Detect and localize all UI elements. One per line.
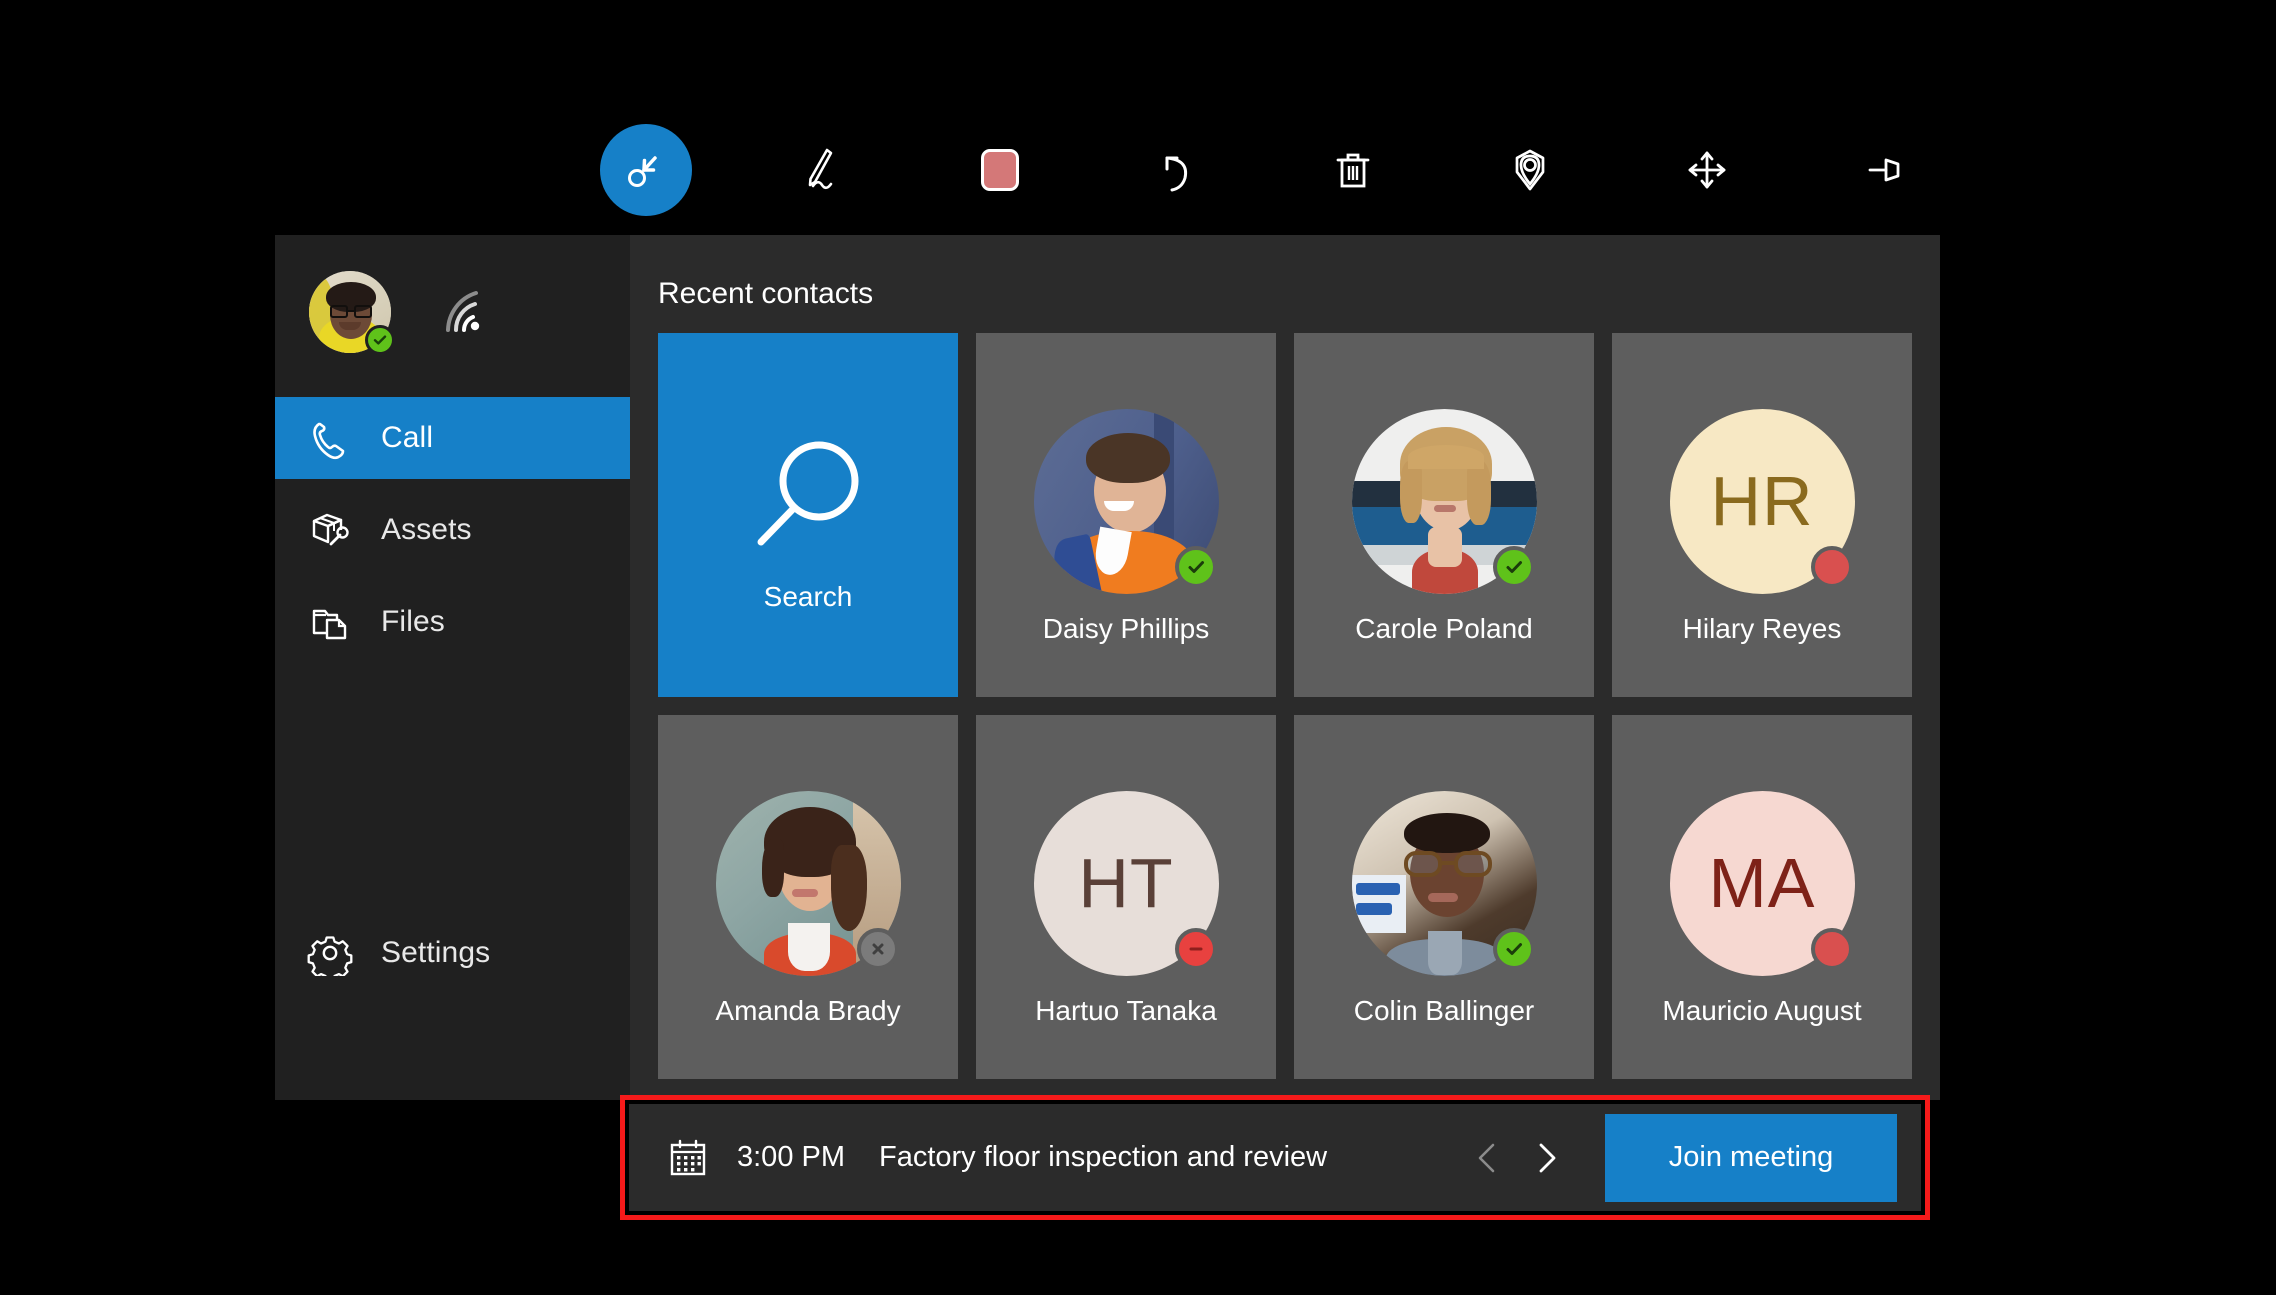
sidebar-item-assets[interactable]: Assets — [275, 489, 630, 571]
profile-row — [309, 271, 491, 355]
check-icon — [1188, 560, 1204, 573]
contact-tile[interactable]: Amanda Brady — [658, 715, 958, 1079]
x-icon — [872, 943, 883, 954]
avatar: HT — [1033, 790, 1219, 976]
pen-icon — [808, 148, 833, 190]
contact-tile[interactable]: MA Mauricio August — [1612, 715, 1912, 1079]
wifi-signal-icon[interactable] — [439, 286, 491, 338]
contact-name: Colin Ballinger — [1353, 995, 1535, 1026]
sidebar: Call Assets Files Settings — [275, 235, 630, 1100]
previous-meeting-button[interactable] — [1459, 1129, 1517, 1187]
contact-name: Amanda Brady — [715, 995, 901, 1026]
sidebar-item-settings[interactable]: Settings — [275, 912, 630, 994]
contact-name: Hartuo Tanaka — [1035, 995, 1217, 1026]
avatar — [1351, 408, 1537, 594]
status-badge — [1810, 927, 1853, 970]
check-icon — [1506, 560, 1522, 573]
folder-document-icon — [312, 609, 347, 640]
status-badge — [1174, 545, 1217, 588]
annotation-toolbar — [600, 120, 1930, 220]
location-pin-icon — [1515, 149, 1545, 191]
undo-tool-button[interactable] — [1131, 124, 1223, 216]
chevron-left-icon — [1478, 1143, 1495, 1172]
color-swatch-button[interactable] — [954, 124, 1046, 216]
contact-name: Mauricio August — [1662, 995, 1862, 1026]
select-tool-button[interactable] — [600, 124, 692, 216]
avatar — [1351, 790, 1537, 976]
phone-icon — [313, 422, 345, 460]
contact-name: Carole Poland — [1355, 613, 1533, 644]
sidebar-nav: Call Assets Files Settings — [275, 397, 630, 976]
color-swatch-icon — [980, 149, 1019, 191]
avatar — [715, 790, 901, 976]
box-wrench-icon — [312, 513, 349, 546]
calendar-icon — [670, 1139, 706, 1175]
move-arrows-icon — [1688, 151, 1726, 189]
check-icon — [1506, 942, 1522, 955]
contact-tile[interactable]: Carole Poland — [1294, 333, 1594, 697]
avatar-initials: HT — [1078, 844, 1174, 922]
contacts-grid: Search Daisy Phillips Carole Poland HR H… — [630, 333, 1940, 1079]
page-title: Recent contacts — [658, 277, 874, 310]
search-tile-label: Search — [763, 581, 853, 612]
ink-pen-tool-button[interactable] — [777, 124, 869, 216]
meeting-bar-highlight: 3:00 PM Factory floor inspection and rev… — [620, 1095, 1930, 1220]
pin-tool-button[interactable] — [1838, 124, 1930, 216]
main-panel: Recent contacts Search Daisy Phillips Ca… — [630, 235, 1940, 1100]
contact-tile[interactable]: HT Hartuo Tanaka — [976, 715, 1276, 1079]
app-window: Call Assets Files Settings Recent contac… — [275, 235, 1940, 1100]
avatar — [1033, 408, 1219, 594]
status-badge — [1492, 927, 1535, 970]
gear-icon — [307, 936, 353, 976]
avatar: MA — [1669, 790, 1855, 976]
contact-name: Hilary Reyes — [1682, 613, 1842, 644]
sidebar-item-label: Settings — [381, 936, 491, 969]
status-badge — [1492, 545, 1535, 588]
search-tile[interactable]: Search — [658, 333, 958, 697]
join-meeting-button[interactable]: Join meeting — [1605, 1113, 1897, 1202]
status-badge — [365, 325, 395, 355]
minus-icon — [1189, 947, 1202, 950]
pushpin-icon — [1868, 158, 1900, 182]
select-arrow-icon — [628, 156, 657, 187]
sidebar-item-files[interactable]: Files — [275, 581, 630, 663]
meeting-bar: 3:00 PM Factory floor inspection and rev… — [629, 1104, 1921, 1211]
avatar-initials: HR — [1710, 462, 1814, 540]
contact-tile[interactable]: HR Hilary Reyes — [1612, 333, 1912, 697]
screen-root: Call Assets Files Settings Recent contac… — [0, 0, 2276, 1295]
sidebar-item-label: Call — [381, 421, 434, 454]
undo-arrow-icon — [1165, 156, 1187, 192]
status-badge — [1174, 927, 1217, 970]
sidebar-item-label: Files — [381, 605, 445, 638]
meeting-time: 3:00 PM — [737, 1141, 845, 1173]
contact-name: Daisy Phillips — [1042, 613, 1210, 644]
sidebar-item-call[interactable]: Call — [275, 397, 630, 479]
sidebar-item-label: Assets — [381, 513, 472, 546]
next-meeting-button[interactable] — [1517, 1129, 1575, 1187]
meeting-title: Factory floor inspection and review — [879, 1141, 1328, 1173]
move-tool-button[interactable] — [1661, 124, 1753, 216]
place-hologram-tool-button[interactable] — [1484, 124, 1576, 216]
check-icon — [373, 335, 387, 345]
trash-icon — [1336, 153, 1370, 188]
my-avatar[interactable] — [309, 271, 395, 355]
delete-tool-button[interactable] — [1307, 124, 1399, 216]
chevron-right-icon — [1539, 1143, 1556, 1172]
status-badge — [1810, 545, 1853, 588]
avatar-initials: MA — [1708, 844, 1816, 922]
status-badge — [856, 927, 899, 970]
magnifier-icon — [757, 441, 859, 546]
contact-tile[interactable]: Colin Ballinger — [1294, 715, 1594, 1079]
contact-tile[interactable]: Daisy Phillips — [976, 333, 1276, 697]
avatar: HR — [1669, 408, 1855, 594]
